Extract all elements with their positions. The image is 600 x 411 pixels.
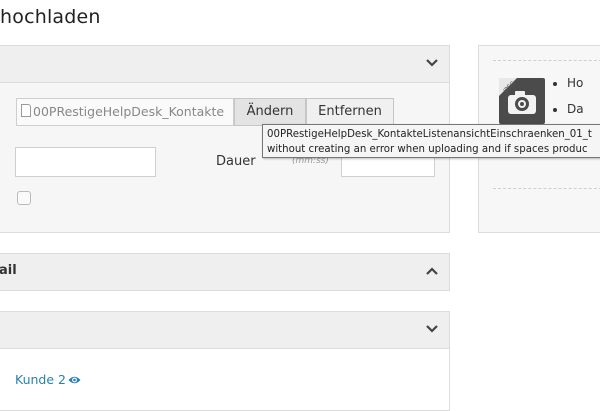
- text-input[interactable]: [15, 147, 156, 177]
- checkbox[interactable]: [17, 191, 31, 205]
- email-panel-title: ail: [0, 263, 17, 278]
- file-name-tooltip: 00PRestigeHelpDesk_KontakteListenansicht…: [262, 124, 600, 158]
- camera-icon: JPEG: [499, 78, 545, 124]
- eye-icon[interactable]: [68, 375, 81, 385]
- customer-panel-header[interactable]: [0, 312, 449, 349]
- divider: [493, 188, 600, 189]
- email-panel: ail: [0, 253, 450, 291]
- remove-button[interactable]: Entfernen: [306, 98, 394, 126]
- customer-link-label[interactable]: Kunde 2: [15, 372, 66, 387]
- file-name-text: 00PRestigeHelpDesk_Kontakte: [33, 104, 225, 119]
- tooltip-line: without creating an error when uploading…: [267, 144, 588, 155]
- file-name-field[interactable]: 00PRestigeHelpDesk_Kontakte: [16, 98, 234, 126]
- chevron-down-icon[interactable]: [425, 322, 439, 336]
- dauer-label: Dauer: [216, 154, 256, 169]
- document-icon: [21, 104, 31, 117]
- chevron-down-icon[interactable]: [425, 56, 439, 70]
- change-button[interactable]: Ändern: [234, 98, 306, 126]
- customer-panel: [0, 311, 450, 411]
- list-item: Ho: [567, 76, 584, 102]
- customer-link[interactable]: Kunde 2: [15, 372, 81, 387]
- divider: [493, 60, 600, 61]
- email-panel-header[interactable]: ail: [0, 254, 449, 290]
- chevron-up-icon[interactable]: [425, 264, 439, 278]
- tooltip-line: 00PRestigeHelpDesk_KontakteListenansicht…: [267, 129, 592, 140]
- upload-panel-header[interactable]: [0, 46, 449, 83]
- page-title: hochladen: [0, 6, 101, 28]
